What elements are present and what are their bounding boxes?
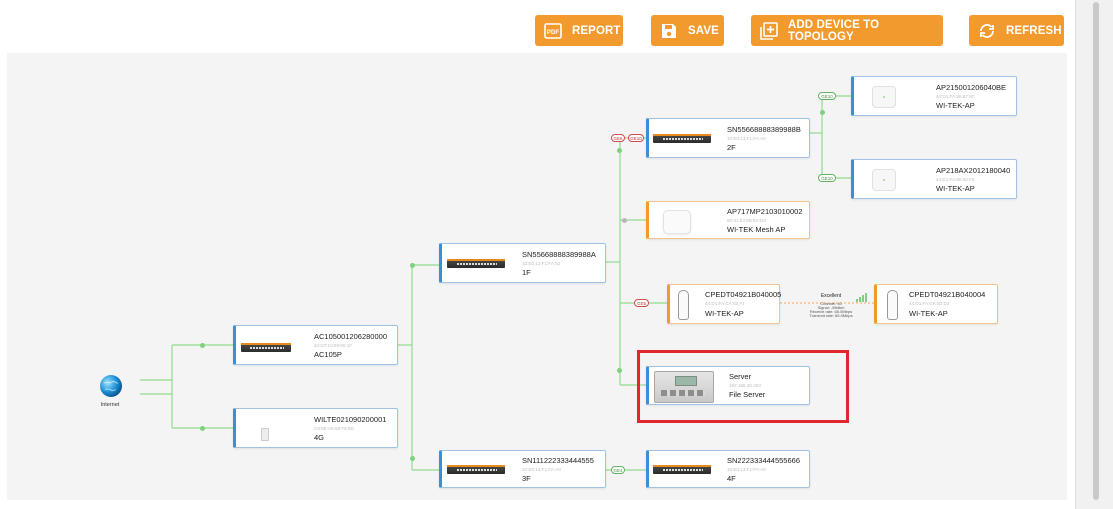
device-mac: 10:E0:13:F1:FA:A0 bbox=[522, 467, 561, 472]
switch-icon bbox=[653, 465, 711, 474]
refresh-button[interactable]: REFRESH bbox=[969, 15, 1064, 46]
ceiling-ap-icon bbox=[872, 86, 896, 108]
device-model: File Server bbox=[729, 390, 766, 399]
device-card-sw4f[interactable]: SN222333444555666 10:E0:13:F1:FA:A0 4F bbox=[646, 450, 810, 488]
device-name: AP717MP2103010002 bbox=[727, 207, 803, 216]
device-name: WILTE021090200001 bbox=[314, 415, 387, 424]
report-button[interactable]: PDF REPORT bbox=[535, 15, 623, 46]
cpe-icon bbox=[887, 290, 898, 320]
device-model: WI-TEK Mesh AP bbox=[727, 225, 786, 234]
ceiling-ap-icon bbox=[872, 169, 896, 191]
server-icon bbox=[654, 371, 714, 403]
device-card-ap2[interactable]: AP218AX2012180040 44:D1:FA:88:82:F6 WI-T… bbox=[851, 159, 1017, 199]
link-dot bbox=[617, 368, 622, 373]
refresh-icon bbox=[978, 22, 996, 40]
device-name: AP215001206040BE bbox=[936, 83, 1007, 92]
device-model: 1F bbox=[522, 268, 531, 277]
save-button[interactable]: SAVE bbox=[651, 15, 724, 46]
port-badge: GE10 bbox=[818, 92, 836, 100]
link-dot bbox=[622, 218, 627, 223]
internet-node[interactable]: Internet bbox=[95, 374, 125, 414]
port-badge: GE6 bbox=[611, 134, 625, 142]
cpe-icon bbox=[678, 290, 689, 320]
signal-strength-icon bbox=[856, 293, 868, 302]
device-model: WI-TEK-AP bbox=[936, 101, 975, 110]
device-card-server[interactable]: Server 192.168.20.253 File Server bbox=[646, 366, 810, 405]
device-mac: 10:E0:13:F1:FA:A0 bbox=[727, 467, 766, 472]
device-model: WI-TEK-AP bbox=[705, 309, 744, 318]
device-mac: 44:D1:FA:CA:83:F1 bbox=[705, 301, 745, 306]
link-dot bbox=[617, 148, 622, 153]
device-model: 4F bbox=[727, 474, 736, 483]
device-name: SN111222333444555 bbox=[522, 456, 594, 465]
device-name: AP218AX2012180040 bbox=[936, 166, 1011, 175]
device-name: CPEDT04921B040004 bbox=[909, 290, 986, 299]
port-badge: GE4 bbox=[611, 466, 625, 474]
device-mac: 44:D1:FA:CA:83:D3 bbox=[909, 301, 950, 306]
device-model: 2F bbox=[727, 143, 736, 152]
link-dot bbox=[820, 110, 825, 115]
device-mac: 44:D1:FA:88:82:F6 bbox=[936, 177, 975, 182]
link-quality: Excellent bbox=[820, 293, 842, 299]
switch-icon bbox=[447, 465, 505, 474]
report-label: REPORT bbox=[572, 24, 621, 37]
device-mac: 44:D7:10:99:90:1F bbox=[314, 343, 353, 348]
lte-modem-icon bbox=[261, 428, 269, 441]
device-model: 4G bbox=[314, 433, 325, 442]
device-name: SN55668888389988B bbox=[727, 125, 801, 134]
device-card-sw2f[interactable]: SN55668888389988B 10:E0:13:F1:FA:A0 2F bbox=[646, 118, 810, 158]
switch-icon bbox=[653, 134, 711, 143]
device-card-ap1[interactable]: AP215001206040BE 44:D1:FA:88:87:8C WI-TE… bbox=[851, 76, 1017, 116]
router-icon bbox=[241, 343, 291, 352]
link-dot bbox=[200, 426, 205, 431]
device-card-cpe2[interactable]: CPEDT04921B040004 44:D1:FA:CA:83:D3 WI-T… bbox=[874, 284, 998, 324]
device-card-sw3f[interactable]: SN111222333444555 10:E0:13:F1:FA:A0 3F bbox=[439, 450, 606, 488]
add-device-label: ADD DEVICE TO TOPOLOGY bbox=[788, 18, 880, 43]
port-badge: GE10 bbox=[818, 174, 836, 182]
device-name: SN222333444555666 bbox=[727, 456, 800, 465]
mesh-link-info: Excellent Channel: 40 Signal: -58dbm Rec… bbox=[808, 293, 854, 325]
device-name: SN55668888389988A bbox=[522, 250, 596, 259]
device-mac: 10:E0:13:F1:FA:A0 bbox=[727, 136, 766, 141]
device-mac: 44:D1:FA:88:87:8C bbox=[936, 94, 976, 99]
vertical-scrollbar[interactable] bbox=[1075, 0, 1113, 509]
device-card-wilte[interactable]: WILTE021090200001 C8:6E:A6:58:F8:5D 4G bbox=[233, 408, 398, 448]
device-mac: 10:E0:13:F1:FA:52 bbox=[522, 261, 561, 266]
refresh-label: REFRESH bbox=[1006, 24, 1062, 37]
device-card-ac105[interactable]: AC105001206280000 44:D7:10:99:90:1F AC10… bbox=[233, 325, 398, 365]
device-model: WI-TEK-AP bbox=[936, 184, 975, 193]
device-mac: C8:6E:A6:58:F8:5D bbox=[314, 426, 354, 431]
device-mac: 60:41:83:9B:5A:D3 bbox=[727, 218, 766, 223]
link-tx: Transmit rate: 65.0Mbps bbox=[809, 313, 853, 318]
device-card-mesh-ap[interactable]: AP717MP2103010002 60:41:83:9B:5A:D3 WI-T… bbox=[646, 201, 810, 239]
globe-icon bbox=[100, 375, 122, 397]
link-dot bbox=[200, 343, 205, 348]
link-dot bbox=[410, 263, 415, 268]
port-badge: GE10 bbox=[628, 134, 644, 142]
port-badge: GE5 bbox=[634, 299, 649, 307]
pdf-icon: PDF bbox=[544, 22, 562, 40]
device-card-sw1f[interactable]: SN55668888389988A 10:E0:13:F1:FA:52 1F bbox=[439, 243, 606, 283]
add-device-button[interactable]: ADD DEVICE TO TOPOLOGY bbox=[751, 15, 943, 46]
svg-text:PDF: PDF bbox=[547, 30, 560, 36]
device-name: CPEDT04921B040005 bbox=[705, 290, 782, 299]
save-label: SAVE bbox=[688, 24, 719, 37]
topology-toolbar: PDF REPORT SAVE ADD DEVICE TO TOPOLOGY R… bbox=[0, 0, 1075, 52]
device-ip: 192.168.20.253 bbox=[729, 383, 761, 388]
device-name: AC105001206280000 bbox=[314, 332, 387, 341]
link-dot bbox=[410, 456, 415, 461]
switch-icon bbox=[447, 259, 505, 268]
device-model: WI-TEK-AP bbox=[909, 309, 948, 318]
device-card-cpe1[interactable]: CPEDT04921B040005 44:D1:FA:CA:83:F1 WI-T… bbox=[667, 284, 782, 324]
mesh-ap-icon bbox=[663, 210, 691, 234]
device-model: AC105P bbox=[314, 350, 342, 359]
device-model: 3F bbox=[522, 474, 531, 483]
save-icon bbox=[660, 22, 678, 40]
scrollbar-thumb[interactable] bbox=[1093, 2, 1099, 500]
add-device-icon bbox=[760, 21, 778, 40]
device-name: Server bbox=[729, 372, 752, 381]
internet-label: Internet bbox=[100, 402, 120, 408]
